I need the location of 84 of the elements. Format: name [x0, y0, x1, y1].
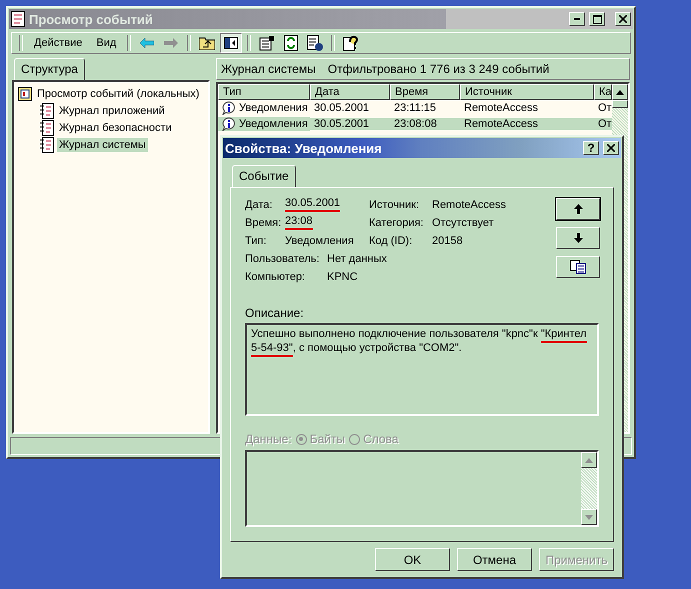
filter-status: Отфильтровано 1 776 из 3 249 событий	[328, 62, 550, 76]
toolbar-button[interactable]	[220, 33, 242, 53]
field-value: Нет данных	[327, 252, 387, 264]
field-label: Категория:	[369, 216, 424, 228]
menu-item[interactable]: Вид	[90, 35, 122, 51]
folder-up-icon	[199, 36, 216, 50]
menu-item[interactable]: Действие	[28, 35, 88, 51]
table-cell: От	[598, 118, 612, 130]
help-button[interactable]: ?	[583, 141, 599, 155]
field-value: 30.05.2001	[285, 197, 340, 212]
dialog-title: Свойства: Уведомления	[225, 140, 383, 156]
description-label: Описание:	[245, 306, 305, 320]
close-button[interactable]	[615, 12, 631, 26]
field-label: Время:	[245, 216, 282, 228]
table-cell: Уведомления	[239, 118, 308, 130]
column-header[interactable]: Тип	[218, 84, 310, 100]
description-text[interactable]: Успешно выполнено подключение пользователя "kpnc"к "Кринтел 5-54-93", с помощью устройства "COM2".	[245, 323, 599, 416]
tree-item[interactable]: Просмотр событий (локальных)	[35, 86, 202, 100]
tab[interactable]: Структура	[14, 58, 85, 81]
scrollbar[interactable]	[581, 452, 597, 525]
field-value: 20158	[432, 234, 463, 246]
scroll-up-icon	[616, 90, 624, 94]
table-cell: RemoteAccess	[464, 102, 538, 114]
table-cell: RemoteAccess	[464, 118, 538, 130]
field-label: Источник:	[369, 198, 420, 210]
dialog-button[interactable]: Отмена	[457, 548, 532, 571]
close-button[interactable]	[603, 141, 619, 155]
table-cell: 30.05.2001	[314, 102, 370, 114]
tab[interactable]: Событие	[232, 165, 296, 188]
event-row[interactable]: Уведомления 30.05.2001 23:08:08 RemoteAccess От	[218, 116, 612, 132]
field-value: Уведомления	[285, 234, 354, 246]
info-icon	[222, 101, 237, 115]
table-cell: Уведомления	[239, 102, 308, 114]
info-icon	[222, 117, 237, 131]
export-list-icon	[307, 35, 324, 51]
field-value: 23:08	[285, 215, 313, 230]
previous-button[interactable]	[556, 198, 600, 220]
copy-icon	[570, 260, 586, 274]
field-value: Отсутствует	[432, 216, 494, 228]
forward-arrow-icon	[164, 38, 178, 48]
close-icon	[607, 144, 615, 152]
maximize-icon	[592, 14, 602, 24]
field-label: Тип:	[245, 234, 268, 246]
log-title: Журнал системы	[221, 62, 316, 76]
properties-icon	[259, 35, 276, 51]
field-label: Пользователь:	[245, 252, 320, 264]
column-header[interactable]: Время	[390, 84, 460, 100]
column-header[interactable]: Дата	[310, 84, 390, 100]
dialog-button[interactable]: OK	[375, 548, 450, 571]
down-arrow-icon	[574, 233, 582, 243]
field-value: KPNC	[327, 270, 358, 282]
scroll-thumb[interactable]	[612, 100, 628, 108]
maximize-button[interactable]	[589, 12, 605, 26]
next-button[interactable]	[556, 227, 600, 249]
close-icon	[619, 15, 627, 23]
field-label: Код (ID):	[369, 234, 414, 246]
table-cell: От	[598, 102, 612, 114]
scroll-down-icon	[585, 514, 593, 520]
log-book-icon	[40, 136, 54, 152]
field-value: RemoteAccess	[432, 198, 506, 210]
refresh-icon	[284, 35, 298, 51]
table-cell: 30.05.2001	[314, 118, 370, 130]
field-label: Компьютер:	[245, 270, 306, 282]
field-label: Дата:	[245, 198, 274, 210]
back-arrow-icon	[140, 38, 154, 48]
log-book-icon	[40, 102, 54, 118]
up-arrow-icon	[574, 204, 582, 214]
pane-toggle-icon	[224, 37, 238, 49]
table-cell: 23:08:08	[394, 118, 437, 130]
tree-item[interactable]: Журнал приложений	[57, 104, 167, 118]
tree-item[interactable]: Журнал системы	[57, 138, 148, 152]
log-book-icon	[40, 120, 54, 136]
copy-button[interactable]	[556, 256, 600, 278]
minimize-button[interactable]	[569, 12, 585, 26]
app-icon	[11, 11, 25, 27]
window-title: Просмотр событий	[29, 12, 154, 26]
table-cell: 23:11:15	[394, 102, 436, 114]
event-row[interactable]: Уведомления 30.05.2001 23:11:15 RemoteAccess От	[218, 100, 612, 116]
minimize-icon	[574, 18, 580, 20]
column-header[interactable]: Источник	[460, 84, 594, 100]
help-icon	[343, 35, 360, 51]
event-viewer-icon	[18, 86, 32, 100]
data-label: Данные:	[245, 432, 292, 446]
tree-item[interactable]: Журнал безопасности	[57, 120, 174, 134]
